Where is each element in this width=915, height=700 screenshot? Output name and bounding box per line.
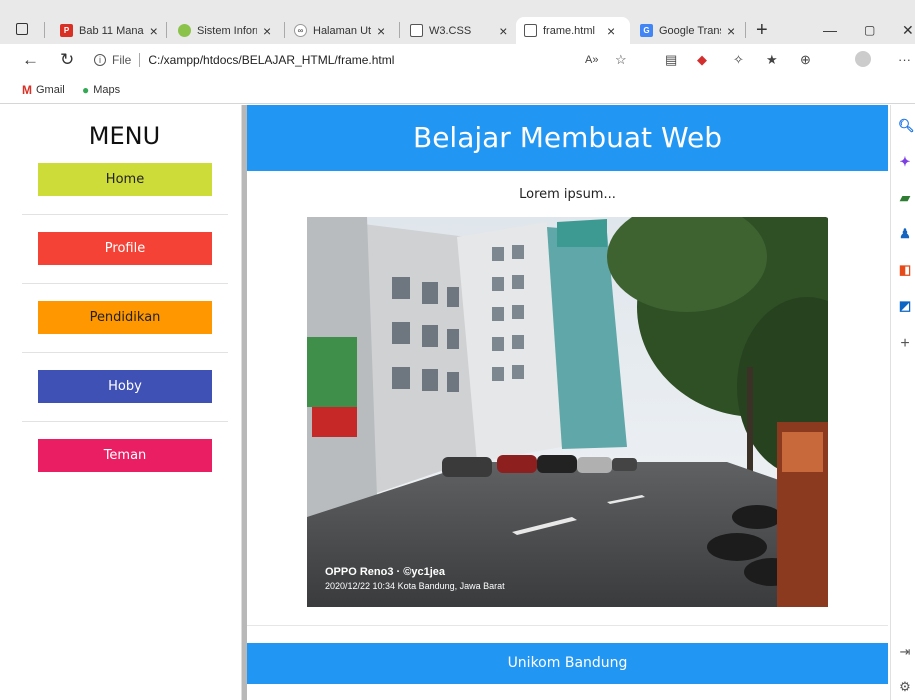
close-window-icon[interactable]: ✕ [902, 17, 914, 44]
menu-divider [22, 283, 228, 284]
site-logo-icon [178, 24, 191, 37]
collections-add-icon[interactable]: ⊕ [800, 52, 811, 68]
google-translate-icon: G [640, 24, 653, 37]
menu-button-pendidikan[interactable]: Pendidikan [38, 301, 212, 334]
bookmark-label: Gmail [36, 84, 65, 96]
tab-halaman-utama[interactable]: ∞ Halaman Uta × [294, 17, 385, 44]
bookmark-maps[interactable]: ● Maps [82, 83, 120, 97]
tab-close-icon[interactable]: × [263, 23, 271, 39]
menu-button-hoby[interactable]: Hoby [38, 370, 212, 403]
favorites-icon[interactable]: ★ [766, 52, 778, 68]
link-icon: ∞ [294, 24, 307, 37]
collections-icon[interactable]: ▤ [665, 52, 677, 68]
tab-title: Halaman Uta [313, 24, 371, 37]
shopping-icon[interactable]: ▰ [898, 191, 912, 205]
scheme-label: File [112, 53, 132, 67]
tab-close-icon[interactable]: × [499, 23, 507, 39]
pdf-icon: P [60, 24, 73, 37]
tab-title: Sistem Inforr [197, 24, 257, 37]
gmail-icon: M [22, 83, 32, 97]
tab-frame-html[interactable]: frame.html × [516, 17, 630, 44]
search-icon[interactable]: 🔍︎ [898, 119, 915, 133]
tab-strip: P Bab 11 Mana × Sistem Inforr × ∞ Halama… [0, 0, 915, 44]
tab-w3css[interactable]: W3.CSS × [410, 17, 507, 44]
outlook-icon[interactable]: ◩ [898, 299, 912, 313]
document-icon [524, 24, 537, 37]
new-tab-button[interactable]: + [756, 17, 768, 44]
maps-pin-icon: ● [82, 83, 90, 97]
copilot-sparkle-icon[interactable]: ✦ [898, 155, 912, 169]
hide-sidebar-icon[interactable]: ⇥ [898, 645, 912, 659]
menu-divider [22, 352, 228, 353]
tab-separator [399, 22, 400, 38]
menu-button-teman[interactable]: Teman [38, 439, 212, 472]
street-photo-illustration: OPPO Reno3 · ©yc1jea 2020/12/22 10:34 Ko… [307, 217, 828, 607]
content-divider [247, 625, 888, 626]
acrobat-extension-icon[interactable]: ◆ [697, 52, 707, 68]
intro-text: Lorem ipsum... [519, 187, 616, 202]
menu-divider [22, 421, 228, 422]
maximize-icon[interactable]: ▢ [864, 17, 875, 44]
edge-sidebar: 🔍︎ ✦ ▰ ♟ ◧ ◩ + ⇥ ⚙ [890, 105, 915, 700]
page-viewport: MENU Home Profile Pendidikan Hoby Teman … [0, 105, 890, 700]
games-icon[interactable]: ♟ [898, 227, 912, 241]
tab-actions-icon[interactable] [16, 23, 28, 35]
tab-sistem-informasi[interactable]: Sistem Inforr × [178, 17, 271, 44]
add-sidebar-app-icon[interactable]: + [898, 336, 912, 352]
tab-separator [44, 22, 45, 38]
tab-title: Bab 11 Mana [79, 24, 144, 37]
tab-separator [166, 22, 167, 38]
address-bar[interactable]: i File C:/xampp/htdocs/BELAJAR_HTML/fram… [94, 49, 624, 71]
tab-title: W3.CSS [429, 24, 472, 37]
tab-close-icon[interactable]: × [377, 23, 385, 39]
minimize-icon[interactable]: — [823, 17, 837, 44]
url-text[interactable]: C:/xampp/htdocs/BELAJAR_HTML/frame.html [148, 53, 394, 67]
tab-google-translate[interactable]: G Google Trans × [640, 17, 735, 44]
content-frame: Belajar Membuat Web Lorem ipsum... OPPO … [247, 105, 890, 700]
navigation-bar: ← ↻ i File C:/xampp/htdocs/BELAJAR_HTML/… [0, 44, 915, 77]
watermark-line2: 2020/12/22 10:34 Kota Bandung, Jawa Bara… [325, 581, 505, 591]
tab-title: frame.html [543, 24, 595, 37]
bookmark-gmail[interactable]: M Gmail [22, 83, 65, 97]
add-favorite-icon[interactable]: ☆ [615, 52, 627, 68]
profile-avatar[interactable] [855, 51, 871, 67]
bookmarks-bar: M Gmail ● Maps [0, 77, 915, 104]
refresh-icon[interactable]: ↻ [60, 50, 74, 70]
menu-frame: MENU Home Profile Pendidikan Hoby Teman [0, 105, 242, 700]
tab-close-icon[interactable]: × [150, 23, 158, 39]
back-arrow-icon[interactable]: ← [22, 50, 39, 70]
tab-separator [745, 22, 746, 38]
page-footer: Unikom Bandung [247, 643, 888, 684]
tab-title: Google Trans [659, 24, 721, 37]
tab-close-icon[interactable]: × [607, 23, 615, 39]
page-header: Belajar Membuat Web [247, 105, 888, 171]
more-menu-icon[interactable]: ··· [898, 52, 911, 68]
street-photo: OPPO Reno3 · ©yc1jea 2020/12/22 10:34 Ko… [307, 217, 828, 607]
info-icon[interactable]: i [94, 54, 106, 66]
sidebar-settings-gear-icon[interactable]: ⚙ [898, 680, 912, 694]
menu-divider [22, 214, 228, 215]
address-divider [139, 53, 141, 67]
tab-close-icon[interactable]: × [727, 23, 735, 39]
tab-bab-11[interactable]: P Bab 11 Mana × [60, 17, 158, 44]
menu-title: MENU [88, 122, 161, 150]
menu-button-profile[interactable]: Profile [38, 232, 212, 265]
office-icon[interactable]: ◧ [898, 263, 912, 277]
document-icon [410, 24, 423, 37]
read-aloud-icon[interactable]: A» [585, 52, 598, 68]
watermark-line1: OPPO Reno3 · ©yc1jea [325, 566, 446, 578]
menu-button-home[interactable]: Home [38, 163, 212, 196]
extensions-icon[interactable]: ✧ [733, 52, 744, 68]
tab-separator [284, 22, 285, 38]
bookmark-label: Maps [93, 84, 121, 96]
